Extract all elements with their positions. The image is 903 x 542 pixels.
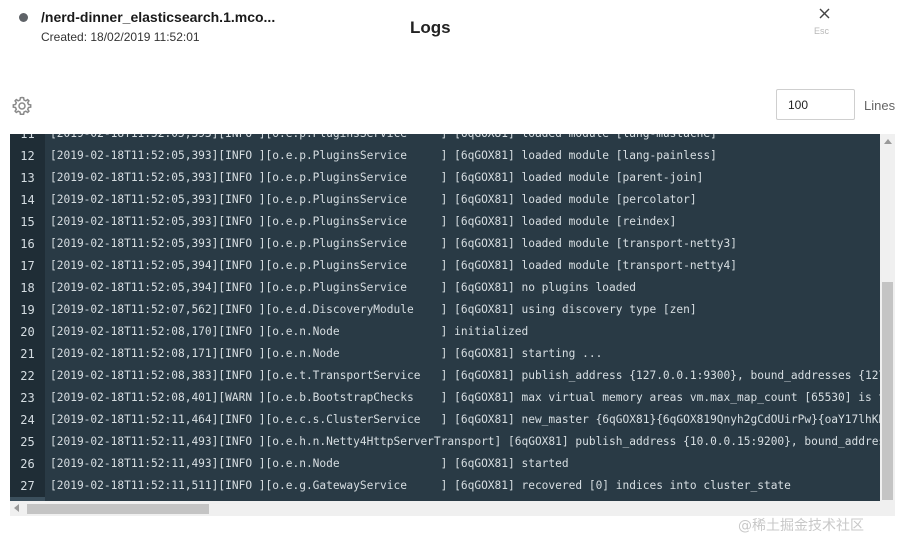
logs-header: /nerd-dinner_elasticsearch.1.mco... Crea…: [0, 0, 903, 86]
horizontal-scrollbar[interactable]: [10, 501, 880, 516]
line-number: 20: [20, 325, 35, 339]
log-text: [2019-02-18T11:52:05,393][INFO ][o.e.p.P…: [50, 149, 717, 162]
log-text: [2019-02-18T11:52:05,394][INFO ][o.e.p.P…: [50, 259, 738, 272]
line-number: 22: [20, 369, 35, 383]
log-text: [2019-02-18T11:52:11,493][INFO ][o.e.h.n…: [50, 435, 895, 448]
line-number: 11: [20, 134, 35, 141]
lines-label: Lines: [864, 98, 896, 113]
line-number: 13: [20, 171, 35, 185]
log-line: 14 [2019-02-18T11:52:05,393][INFO ][o.e.p…: [10, 189, 880, 211]
log-line: 16 [2019-02-18T11:52:05,393][INFO ][o.e.p…: [10, 233, 880, 255]
log-line: 26 [2019-02-18T11:52:11,493][INFO ][o.e.n…: [10, 453, 880, 475]
line-number: 23: [20, 391, 35, 405]
scroll-up-arrow-icon[interactable]: [884, 139, 892, 144]
created-timestamp: Created: 18/02/2019 11:52:01: [41, 30, 200, 44]
line-number: 21: [20, 347, 35, 361]
log-line: 23 [2019-02-18T11:52:08,401][WARN ][o.e.b…: [10, 387, 895, 409]
line-number: 12: [20, 149, 35, 163]
log-text: [2019-02-18T11:52:05,393][INFO ][o.e.p.P…: [50, 171, 704, 184]
log-line: 18 [2019-02-18T11:52:05,394][INFO ][o.e.p…: [10, 277, 880, 299]
line-number: 15: [20, 215, 35, 229]
horizontal-scroll-thumb[interactable]: [27, 504, 209, 514]
log-text: [2019-02-18T11:52:05,393][INFO ][o.e.p.P…: [50, 134, 717, 145]
line-number: 18: [20, 281, 35, 295]
log-text: [2019-02-18T11:52:08,383][INFO ][o.e.t.T…: [50, 369, 895, 382]
log-text: [2019-02-18T11:52:08,170][INFO ][o.e.n.N…: [50, 325, 529, 338]
vertical-scroll-thumb[interactable]: [882, 282, 893, 500]
log-line: 12 [2019-02-18T11:52:05,393][INFO ][o.e.p…: [10, 145, 880, 167]
log-line: 22 [2019-02-18T11:52:08,383][INFO ][o.e.t…: [10, 365, 895, 387]
close-icon: [819, 8, 829, 19]
lines-count-input[interactable]: [776, 89, 855, 120]
line-number: 17: [20, 259, 35, 273]
line-number: 14: [20, 193, 35, 207]
log-line: 27 [2019-02-18T11:52:11,511][INFO ][o.e.g…: [10, 475, 880, 497]
settings-button[interactable]: [11, 95, 33, 117]
scroll-left-arrow-icon[interactable]: [14, 504, 19, 512]
log-text: [2019-02-18T11:52:05,393][INFO ][o.e.p.P…: [50, 237, 738, 250]
log-line: 20 [2019-02-18T11:52:08,170][INFO ][o.e.n…: [10, 321, 880, 343]
log-line: 15 [2019-02-18T11:52:05,393][INFO ][o.e.p…: [10, 211, 880, 233]
log-line: 13 [2019-02-18T11:52:05,393][INFO ][o.e.p…: [10, 167, 880, 189]
page-title: Logs: [410, 18, 451, 37]
vertical-scrollbar[interactable]: [880, 134, 895, 516]
log-text: [2019-02-18T11:52:08,401][WARN ][o.e.b.B…: [50, 391, 895, 404]
container-name: /nerd-dinner_elasticsearch.1.mco...: [41, 9, 276, 25]
line-number: 24: [20, 413, 35, 427]
line-number: 16: [20, 237, 35, 251]
gear-icon: [12, 96, 32, 115]
line-number: 19: [20, 303, 35, 317]
log-line: 19 [2019-02-18T11:52:07,562][INFO ][o.e.d…: [10, 299, 880, 321]
esc-shortcut-label: Esc: [814, 26, 830, 36]
log-line-partial: 11 [2019-02-18T11:52:05,393][INFO ][o.e.…: [10, 134, 880, 145]
log-text: [2019-02-18T11:52:05,393][INFO ][o.e.p.P…: [50, 215, 677, 228]
log-text: [2019-02-18T11:52:08,171][INFO ][o.e.n.N…: [50, 347, 603, 360]
line-number: 25: [20, 435, 35, 449]
container-status-dot: [19, 13, 28, 22]
log-text: [2019-02-18T11:52:11,464][INFO ][o.e.c.s…: [50, 413, 895, 426]
log-text: [2019-02-18T11:52:11,493][INFO ][o.e.n.N…: [50, 457, 569, 470]
line-number: 27: [20, 479, 35, 493]
line-number: 26: [20, 457, 35, 471]
log-text: [2019-02-18T11:52:05,394][INFO ][o.e.p.P…: [50, 281, 636, 294]
logs-toolbar: Lines: [0, 86, 903, 134]
log-text: [2019-02-18T11:52:05,393][INFO ][o.e.p.P…: [50, 193, 697, 206]
log-line: 24 [2019-02-18T11:52:11,464][INFO ][o.e.c…: [10, 409, 895, 431]
log-text: [2019-02-18T11:52:11,511][INFO ][o.e.g.G…: [50, 479, 791, 492]
watermark: @稀土掘金技术社区: [738, 518, 864, 534]
log-text: [2019-02-18T11:52:07,562][INFO ][o.e.d.D…: [50, 303, 697, 316]
log-line: 25 [2019-02-18T11:52:11,493][INFO ][o.e.h…: [10, 431, 895, 453]
close-button[interactable]: [812, 5, 836, 23]
log-viewer[interactable]: 11 [2019-02-18T11:52:05,393][INFO ][o.e.…: [10, 134, 895, 516]
log-line: 21 [2019-02-18T11:52:08,171][INFO ][o.e.n…: [10, 343, 880, 365]
log-line: 17 [2019-02-18T11:52:05,394][INFO ][o.e.p…: [10, 255, 880, 277]
